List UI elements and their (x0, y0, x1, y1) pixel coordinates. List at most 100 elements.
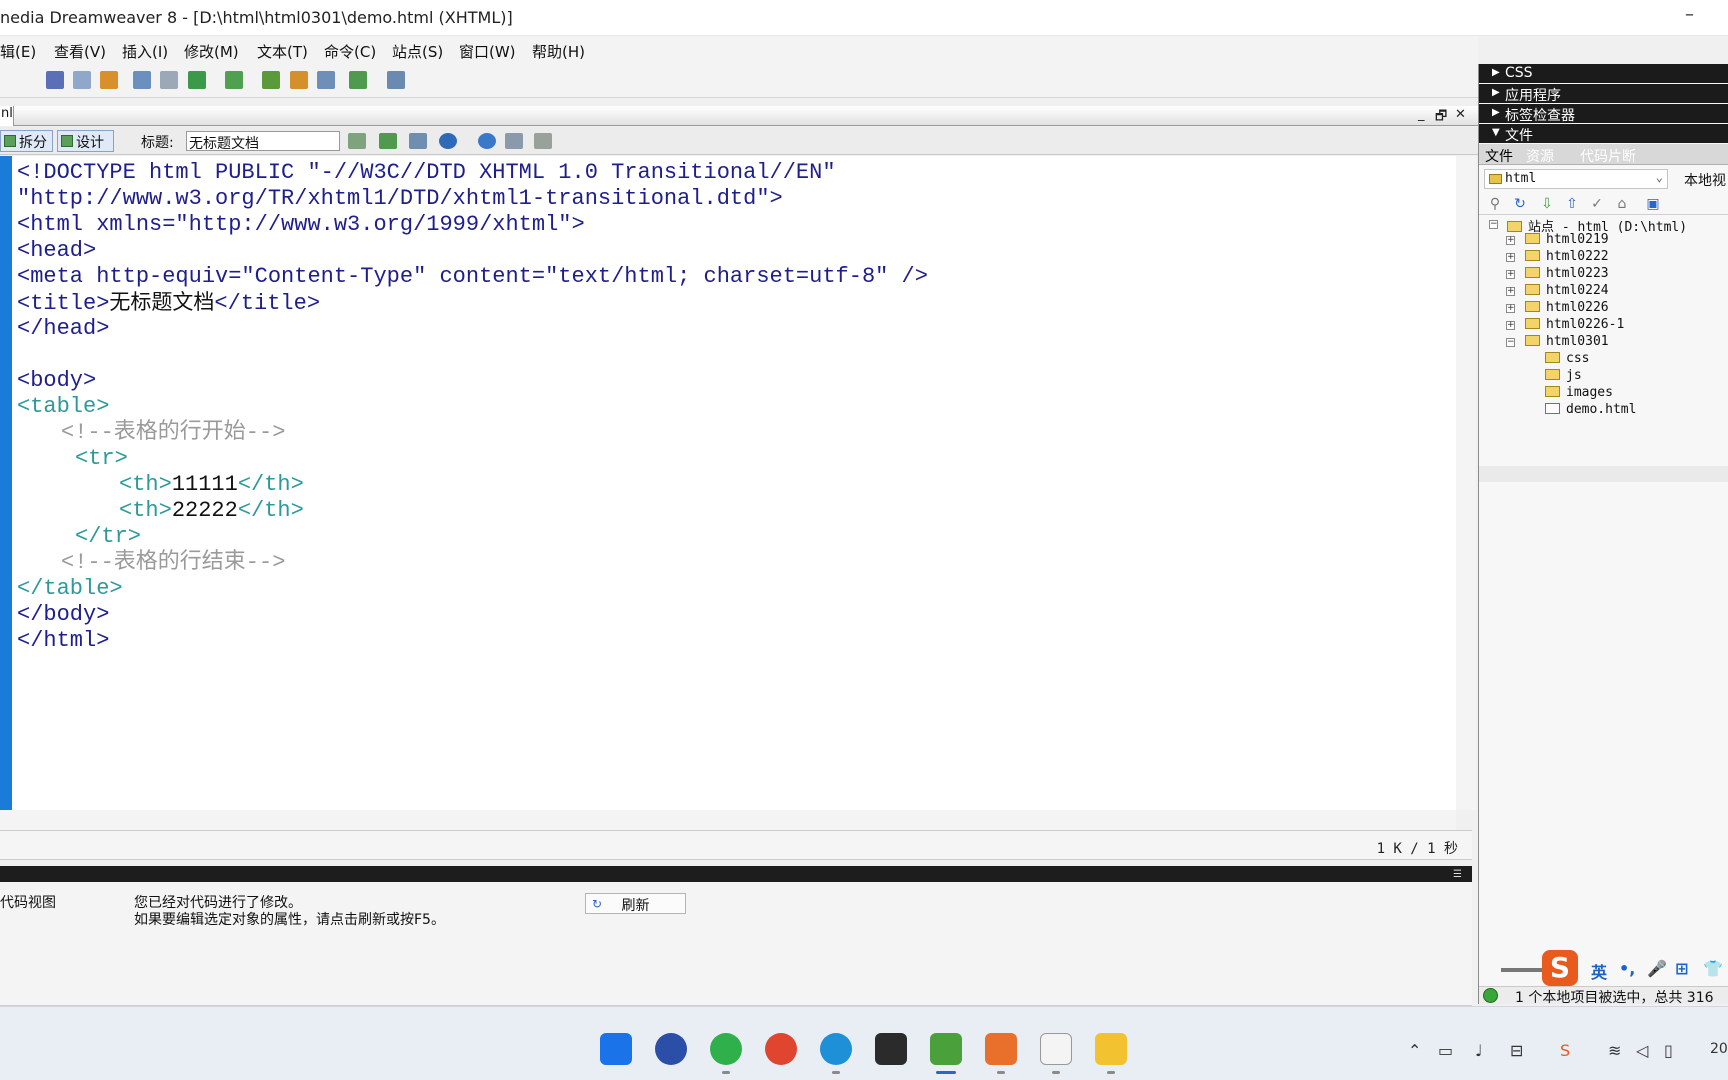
ime-skin-icon[interactable]: 👕 (1703, 959, 1723, 978)
view-options-icon[interactable] (505, 133, 523, 149)
ie-icon[interactable] (820, 1033, 852, 1065)
visual-aids-icon[interactable] (534, 133, 552, 149)
check-out-icon[interactable]: ✓ (1589, 196, 1605, 212)
menu-modify[interactable]: 修改(M) (184, 41, 239, 62)
ime-voice-icon[interactable]: 🎤 (1647, 959, 1667, 978)
menu-commands[interactable]: 命令(C) (324, 41, 376, 62)
image-icon[interactable] (188, 71, 206, 89)
table-icon[interactable] (133, 71, 151, 89)
camera-icon[interactable]: ▭ (1438, 1041, 1453, 1060)
tag-chooser-icon[interactable] (387, 71, 405, 89)
tree-folder-html0301[interactable]: html0301 (1525, 334, 1609, 349)
expand-toggle[interactable]: + (1506, 253, 1515, 262)
microphone-icon[interactable]: ♩ (1475, 1041, 1483, 1060)
pdf-icon[interactable] (985, 1033, 1017, 1065)
preview-browser-icon[interactable] (439, 133, 457, 149)
tree-folder-images[interactable]: images (1545, 385, 1613, 400)
tag-inspector-header[interactable]: ▶ 标签检查器 (1479, 104, 1728, 124)
menu-insert[interactable]: 插入(I) (122, 41, 168, 62)
check-in-icon[interactable]: ⌂ (1614, 196, 1630, 212)
chrome-icon[interactable] (765, 1033, 797, 1065)
tree-folder-html0219[interactable]: html0219 (1525, 232, 1609, 247)
refresh-button[interactable]: ↻ 刷新 (585, 893, 686, 914)
expand-toggle[interactable]: + (1506, 287, 1515, 296)
refresh-design-icon[interactable] (478, 133, 496, 149)
media-icon[interactable] (225, 71, 243, 89)
menu-window[interactable]: 窗口(W) (459, 41, 516, 62)
menu-view[interactable]: 查看(V) (54, 41, 106, 62)
doc-close-button[interactable]: ✕ (1455, 107, 1466, 122)
volume-icon[interactable]: ◁ (1636, 1041, 1648, 1060)
properties-header[interactable]: ☰ (0, 866, 1472, 882)
layer-icon[interactable] (160, 71, 178, 89)
title-input[interactable]: 无标题文档 (186, 131, 340, 152)
app-icon-blue[interactable] (655, 1033, 687, 1065)
typora-icon[interactable] (1040, 1033, 1072, 1065)
menu-help[interactable]: 帮助(H) (532, 41, 585, 62)
ime-punctuation-icon[interactable]: •, (1619, 959, 1635, 978)
tab-snippets[interactable]: 代码片断 (1580, 146, 1636, 166)
no-browser-check-icon[interactable] (348, 133, 366, 149)
design-view-button[interactable]: 设计 (57, 130, 114, 152)
server-include-icon[interactable] (290, 71, 308, 89)
tree-folder-html0226[interactable]: html0226 (1525, 300, 1609, 315)
tree-folder-html0224[interactable]: html0224 (1525, 283, 1609, 298)
file-explorer-icon[interactable] (1095, 1033, 1127, 1065)
sublime-icon[interactable] (875, 1033, 907, 1065)
put-files-icon[interactable]: ⇧ (1564, 196, 1580, 212)
ime-drag-handle[interactable] (1501, 968, 1547, 972)
document-tab[interactable]: nl (0, 106, 14, 126)
file-management-icon[interactable] (379, 133, 397, 149)
files-panel-header[interactable]: ▼ 文件 (1479, 124, 1728, 144)
code-editor[interactable]: <!DOCTYPE html PUBLIC "-//W3C//DTD XHTML… (0, 156, 1456, 810)
expand-toggle[interactable]: + (1506, 304, 1515, 313)
tree-folder-html0223[interactable]: html0223 (1525, 266, 1609, 281)
panel-options-icon[interactable]: ☰ (1453, 869, 1462, 880)
hyperlink-icon[interactable] (46, 71, 64, 89)
connect-icon[interactable]: ⚲ (1487, 196, 1503, 212)
battery-icon[interactable]: ▯ (1664, 1041, 1673, 1060)
tree-folder-js[interactable]: js (1545, 368, 1582, 383)
menu-edit[interactable]: 辑(E) (0, 41, 36, 62)
minimize-button[interactable]: – (1685, 4, 1694, 25)
clock[interactable]: 20 (1710, 1041, 1728, 1057)
site-select[interactable]: html ⌄ (1484, 169, 1668, 189)
wechat-icon[interactable] (710, 1033, 742, 1065)
vertical-scrollbar[interactable] (1456, 156, 1476, 810)
tab-assets[interactable]: 资源 (1526, 146, 1554, 166)
split-view-button[interactable]: 拆分 (0, 130, 53, 152)
expand-toggle[interactable]: + (1506, 236, 1515, 245)
tree-file-demo[interactable]: demo.html (1545, 402, 1636, 417)
menu-text[interactable]: 文本(T) (257, 41, 308, 62)
tree-folder-html0226-1[interactable]: html0226-1 (1525, 317, 1624, 332)
ime-tray-icon[interactable]: ⊟ (1510, 1041, 1523, 1060)
collapse-toggle[interactable]: − (1489, 220, 1498, 229)
menu-site[interactable]: 站点(S) (392, 41, 443, 62)
expand-toggle[interactable]: + (1506, 270, 1515, 279)
doc-minimize-button[interactable]: _ (1418, 107, 1425, 122)
chevron-up-icon[interactable]: ⌃ (1408, 1041, 1421, 1060)
sogou-tray-icon[interactable]: S (1560, 1041, 1570, 1060)
doc-restore-button[interactable]: 🗗 (1435, 107, 1447, 129)
tab-files[interactable]: 文件 (1485, 146, 1513, 166)
upload-icon[interactable] (409, 133, 427, 149)
start-icon[interactable] (600, 1033, 632, 1065)
collapse-toggle[interactable]: − (1506, 338, 1515, 347)
dreamweaver-icon[interactable] (930, 1033, 962, 1065)
named-anchor-icon[interactable] (100, 71, 118, 89)
expand-toggle[interactable]: + (1506, 321, 1515, 330)
email-link-icon[interactable] (73, 71, 91, 89)
ime-language-toggle[interactable]: 英 (1591, 959, 1607, 983)
ime-keyboard-icon[interactable]: ⊞ (1675, 959, 1688, 978)
view-select[interactable]: 本地视 (1684, 170, 1726, 190)
sogou-logo-icon[interactable]: S (1542, 950, 1578, 986)
tree-folder-html0222[interactable]: html0222 (1525, 249, 1609, 264)
app-panel-header[interactable]: ▶ 应用程序 (1479, 84, 1728, 104)
tree-folder-css[interactable]: css (1545, 351, 1589, 366)
horizontal-scrollbar[interactable] (0, 810, 1456, 830)
comment-icon[interactable] (317, 71, 335, 89)
wifi-icon[interactable]: ≋ (1608, 1041, 1621, 1060)
get-files-icon[interactable]: ⇩ (1539, 196, 1555, 212)
refresh-files-icon[interactable]: ↻ (1512, 196, 1528, 212)
expand-panel-icon[interactable]: ▣ (1645, 196, 1661, 212)
